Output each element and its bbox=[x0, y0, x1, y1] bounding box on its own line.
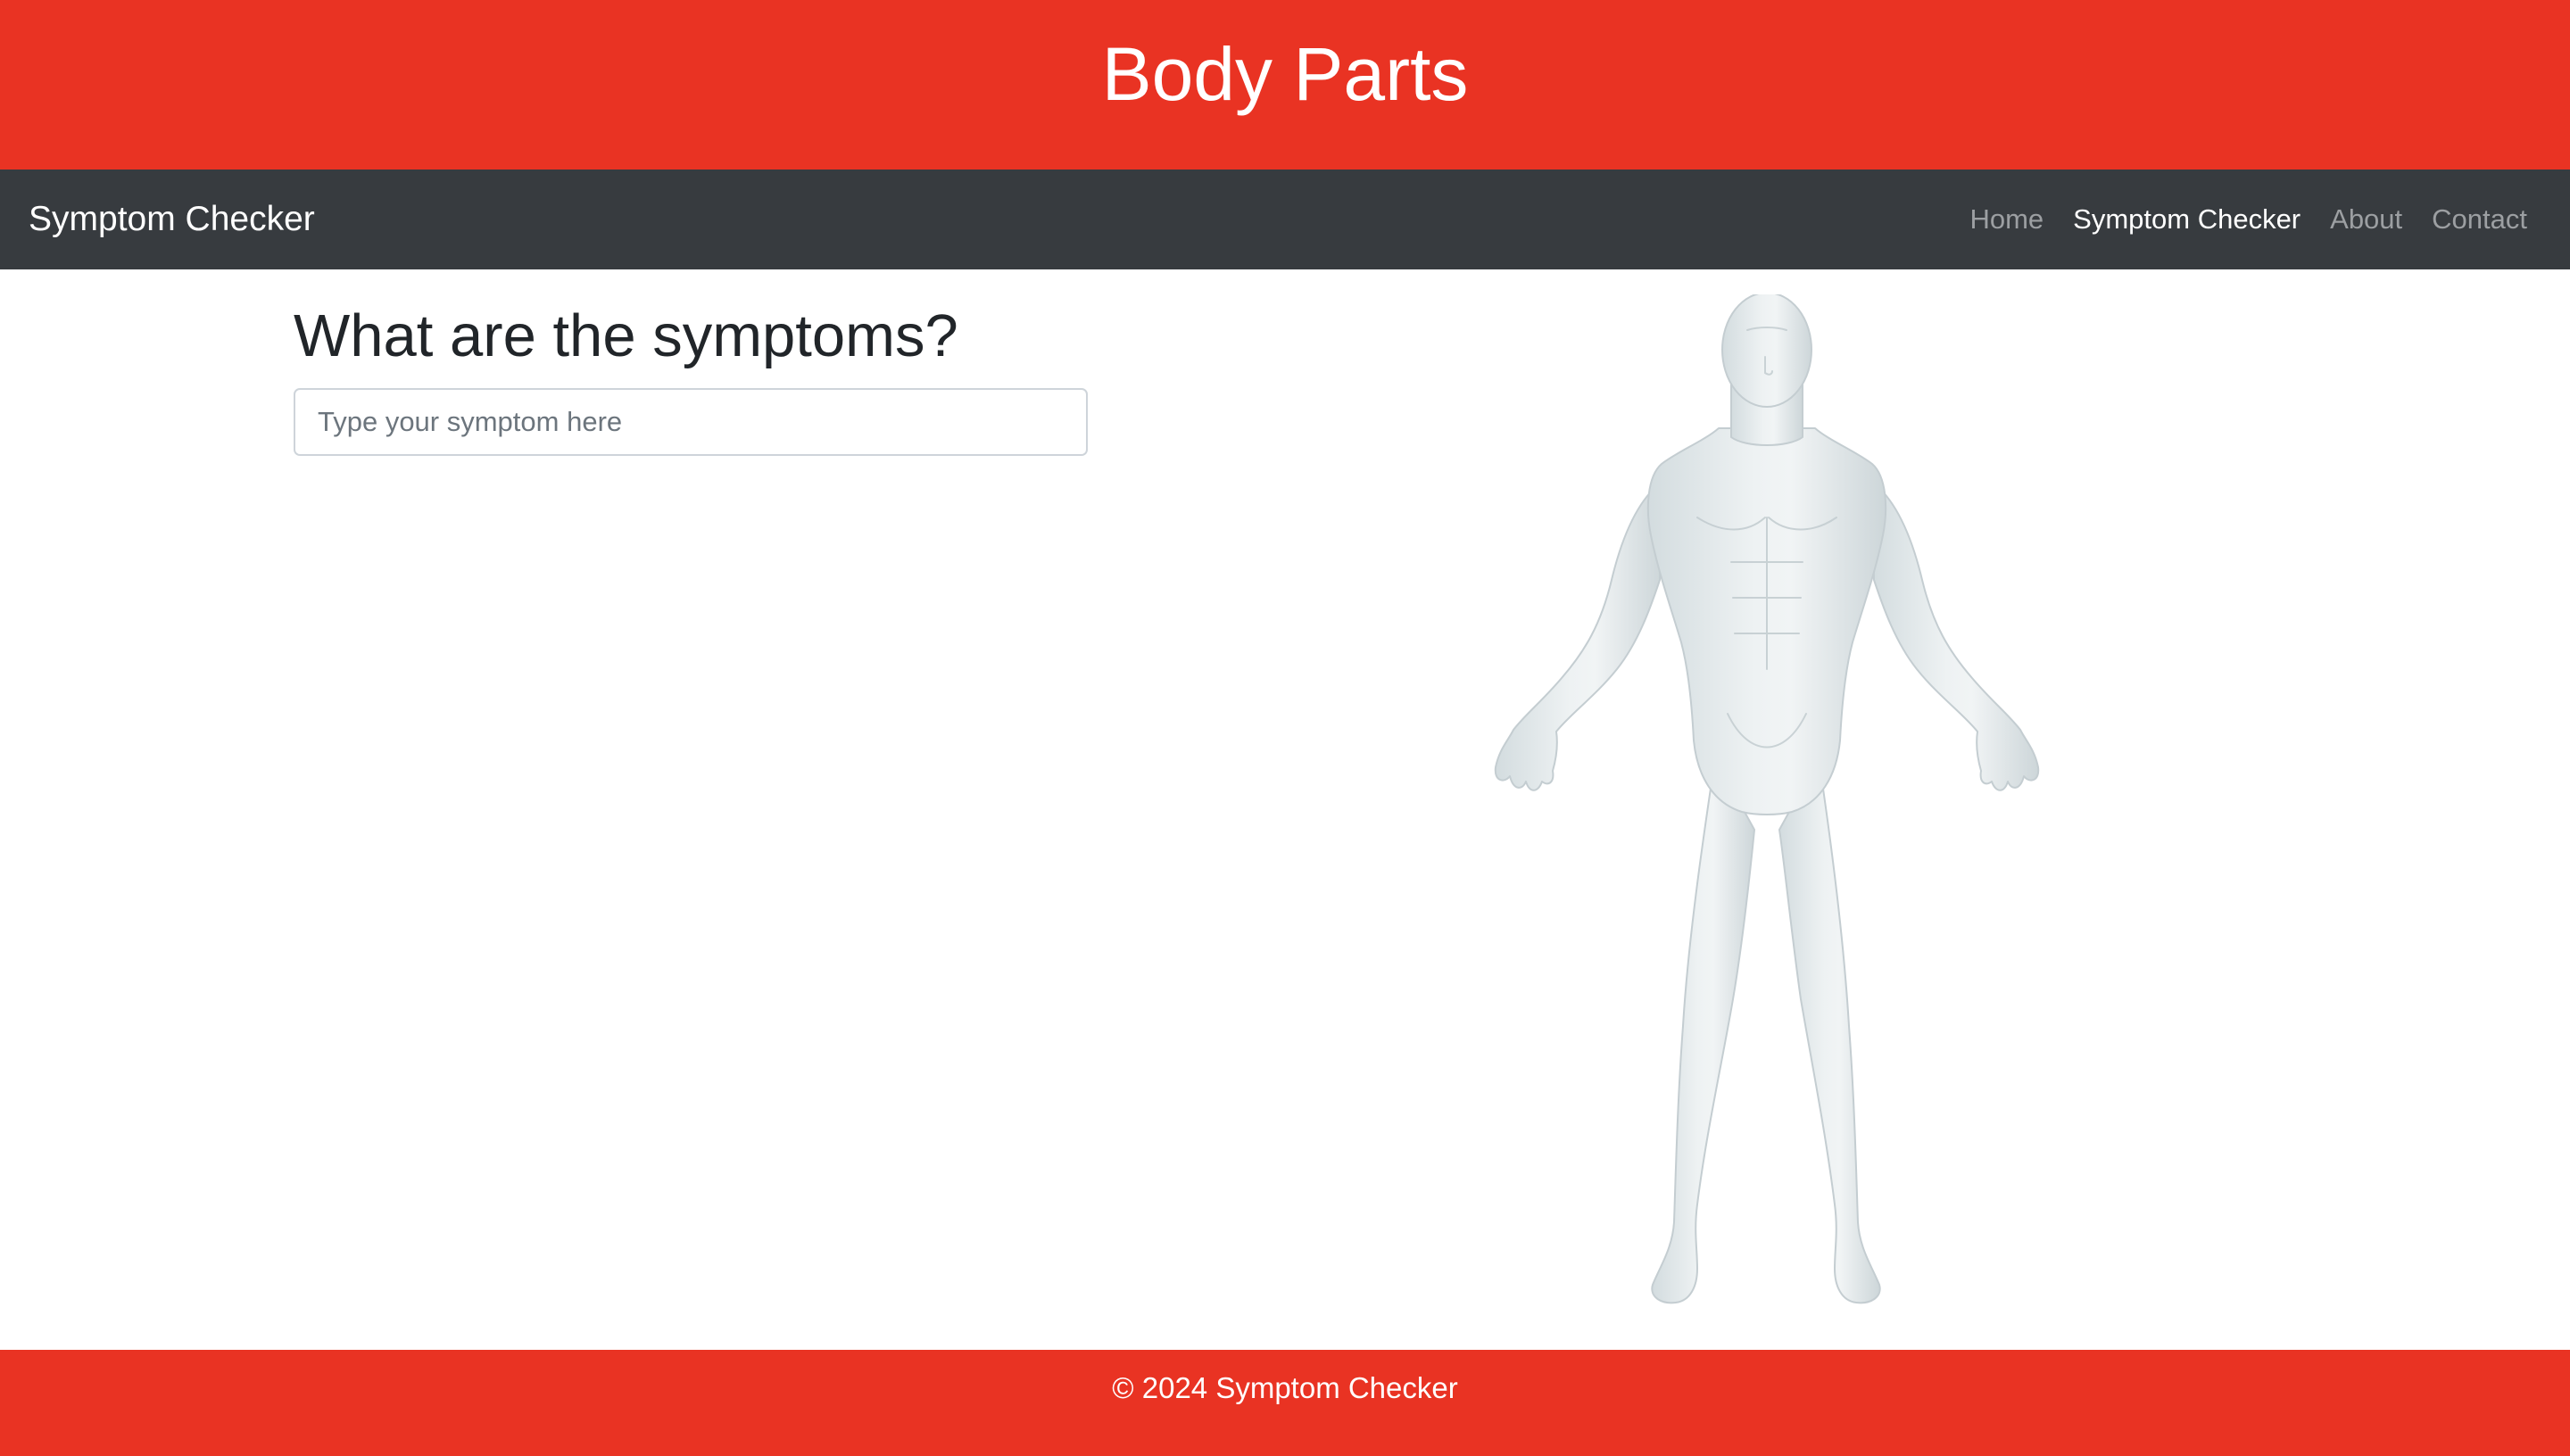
symptom-input[interactable] bbox=[294, 388, 1088, 456]
page-footer: © 2024 Symptom Checker bbox=[0, 1350, 2570, 1456]
human-body-figure[interactable] bbox=[1463, 294, 2052, 1320]
page-header: Body Parts bbox=[0, 0, 2570, 170]
navbar-brand[interactable]: Symptom Checker bbox=[29, 200, 315, 239]
nav-link-symptom-checker[interactable]: Symptom Checker bbox=[2073, 203, 2301, 236]
nav-link-about[interactable]: About bbox=[2330, 203, 2402, 236]
nav-link-contact[interactable]: Contact bbox=[2432, 203, 2527, 236]
navbar: Symptom Checker Home Symptom Checker Abo… bbox=[0, 170, 2570, 269]
nav-link-home[interactable]: Home bbox=[1969, 203, 2044, 236]
page-title: Body Parts bbox=[1101, 32, 1469, 116]
copyright-text: © 2024 Symptom Checker bbox=[1112, 1371, 1458, 1404]
symptoms-heading: What are the symptoms? bbox=[294, 302, 958, 369]
nav-links: Home Symptom Checker About Contact bbox=[1940, 203, 2527, 236]
